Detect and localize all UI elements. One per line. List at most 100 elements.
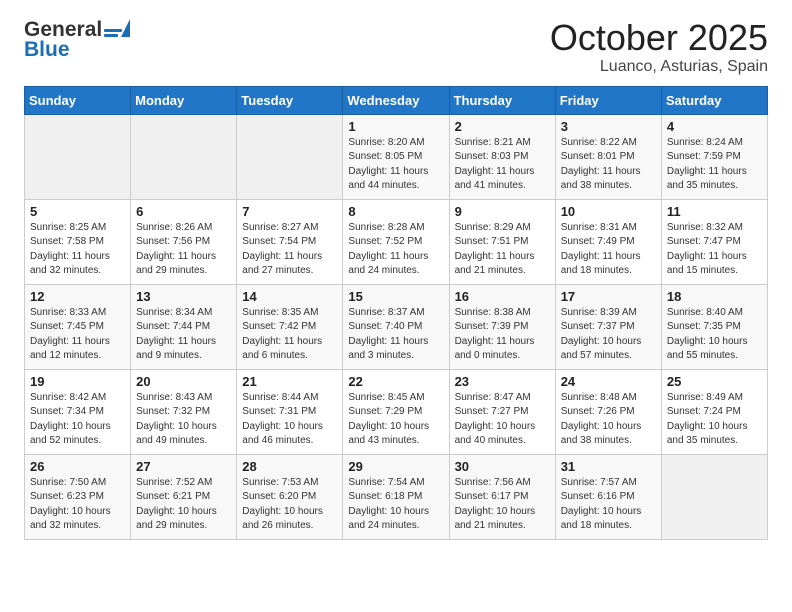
calendar-cell: 7 Sunrise: 8:27 AM Sunset: 7:54 PM Daylig…	[237, 199, 343, 284]
day-info: Sunrise: 8:34 AM Sunset: 7:44 PM Dayligh…	[136, 306, 231, 364]
calendar-cell: 8Sunrise: 8:28 AM Sunset: 7:52 PM Daylig…	[343, 199, 449, 284]
calendar-cell: 10 Sunrise: 8:31 AM Sunset: 7:49 PM Dayli…	[555, 199, 661, 284]
day-number: 19	[30, 374, 125, 389]
page: General Blue October 2025 Luanco, As	[0, 0, 792, 612]
day-number: 15	[348, 289, 443, 304]
calendar-cell: 5Sunrise: 8:25 AM Sunset: 7:58 PM Daylig…	[25, 199, 131, 284]
calendar-cell: 30 Sunrise: 7:56 AM Sunset: 6:17 PM Dayli…	[449, 454, 555, 539]
day-info: Sunrise: 7:52 AM Sunset: 6:21 PM Dayligh…	[136, 476, 231, 534]
calendar-cell	[25, 114, 131, 199]
day-info: Sunrise: 8:29 AM Sunset: 7:51 PM Dayligh…	[455, 221, 550, 279]
calendar-cell: 24 Sunrise: 8:48 AM Sunset: 7:26 PM Dayli…	[555, 369, 661, 454]
header-wednesday: Wednesday	[343, 86, 449, 114]
calendar-cell: 21Sunrise: 8:44 AM Sunset: 7:31 PM Dayli…	[237, 369, 343, 454]
calendar-cell: 31Sunrise: 7:57 AM Sunset: 6:16 PM Dayli…	[555, 454, 661, 539]
calendar-cell	[237, 114, 343, 199]
day-info: Sunrise: 7:56 AM Sunset: 6:17 PM Dayligh…	[455, 476, 550, 534]
day-info: Sunrise: 8:37 AM Sunset: 7:40 PM Dayligh…	[348, 306, 443, 364]
calendar-cell	[661, 454, 767, 539]
calendar-cell: 3Sunrise: 8:22 AM Sunset: 8:01 PM Daylig…	[555, 114, 661, 199]
calendar-week-4: 26 Sunrise: 7:50 AM Sunset: 6:23 PM Dayli…	[25, 454, 768, 539]
month-title: October 2025	[550, 18, 768, 58]
day-number: 25	[667, 374, 762, 389]
calendar-header-row: Sunday Monday Tuesday Wednesday Thursday…	[25, 86, 768, 114]
day-info: Sunrise: 8:38 AM Sunset: 7:39 PM Dayligh…	[455, 306, 550, 364]
day-number: 12	[30, 289, 125, 304]
header-sunday: Sunday	[25, 86, 131, 114]
logo-wrapper: General Blue	[24, 18, 130, 62]
day-info: Sunrise: 8:35 AM Sunset: 7:42 PM Dayligh…	[242, 306, 337, 364]
day-number: 7	[242, 204, 337, 219]
day-number: 17	[561, 289, 656, 304]
calendar-cell: 9 Sunrise: 8:29 AM Sunset: 7:51 PM Daylig…	[449, 199, 555, 284]
day-info: Sunrise: 8:31 AM Sunset: 7:49 PM Dayligh…	[561, 221, 656, 279]
calendar-week-3: 19 Sunrise: 8:42 AM Sunset: 7:34 PM Dayli…	[25, 369, 768, 454]
day-number: 30	[455, 459, 550, 474]
day-info: Sunrise: 8:32 AM Sunset: 7:47 PM Dayligh…	[667, 221, 762, 279]
calendar-cell: 2 Sunrise: 8:21 AM Sunset: 8:03 PM Daylig…	[449, 114, 555, 199]
logo-blue: Blue	[24, 38, 70, 62]
calendar-cell: 11 Sunrise: 8:32 AM Sunset: 7:47 PM Dayli…	[661, 199, 767, 284]
calendar-cell: 25 Sunrise: 8:49 AM Sunset: 7:24 PM Dayli…	[661, 369, 767, 454]
calendar-week-2: 12 Sunrise: 8:33 AM Sunset: 7:45 PM Dayli…	[25, 284, 768, 369]
day-number: 18	[667, 289, 762, 304]
header: General Blue October 2025 Luanco, As	[0, 0, 792, 86]
day-number: 2	[455, 119, 550, 134]
day-number: 23	[455, 374, 550, 389]
logo-icon-area	[104, 23, 130, 37]
day-number: 24	[561, 374, 656, 389]
calendar-week-1: 5Sunrise: 8:25 AM Sunset: 7:58 PM Daylig…	[25, 199, 768, 284]
calendar-cell: 20 Sunrise: 8:43 AM Sunset: 7:32 PM Dayli…	[131, 369, 237, 454]
day-number: 20	[136, 374, 231, 389]
day-info: Sunrise: 7:54 AM Sunset: 6:18 PM Dayligh…	[348, 476, 443, 534]
header-thursday: Thursday	[449, 86, 555, 114]
day-number: 27	[136, 459, 231, 474]
calendar-cell: 14Sunrise: 8:35 AM Sunset: 7:42 PM Dayli…	[237, 284, 343, 369]
day-info: Sunrise: 8:21 AM Sunset: 8:03 PM Dayligh…	[455, 136, 550, 194]
day-info: Sunrise: 8:42 AM Sunset: 7:34 PM Dayligh…	[30, 391, 125, 449]
day-info: Sunrise: 8:49 AM Sunset: 7:24 PM Dayligh…	[667, 391, 762, 449]
day-info: Sunrise: 8:27 AM Sunset: 7:54 PM Dayligh…	[242, 221, 337, 279]
title-area: October 2025 Luanco, Asturias, Spain	[550, 18, 768, 76]
day-number: 10	[561, 204, 656, 219]
logo: General Blue	[24, 18, 130, 62]
calendar-cell: 6Sunrise: 8:26 AM Sunset: 7:56 PM Daylig…	[131, 199, 237, 284]
calendar-cell: 1Sunrise: 8:20 AM Sunset: 8:05 PM Daylig…	[343, 114, 449, 199]
day-number: 9	[455, 204, 550, 219]
day-info: Sunrise: 8:25 AM Sunset: 7:58 PM Dayligh…	[30, 221, 125, 279]
logo-line-1	[104, 29, 122, 32]
calendar-cell: 28Sunrise: 7:53 AM Sunset: 6:20 PM Dayli…	[237, 454, 343, 539]
day-number: 26	[30, 459, 125, 474]
logo-line-2	[104, 34, 118, 37]
day-info: Sunrise: 7:50 AM Sunset: 6:23 PM Dayligh…	[30, 476, 125, 534]
logo-triangle-icon	[121, 19, 130, 37]
calendar-cell: 4Sunrise: 8:24 AM Sunset: 7:59 PM Daylig…	[661, 114, 767, 199]
calendar-cell	[131, 114, 237, 199]
calendar-cell: 15 Sunrise: 8:37 AM Sunset: 7:40 PM Dayli…	[343, 284, 449, 369]
calendar-cell: 26 Sunrise: 7:50 AM Sunset: 6:23 PM Dayli…	[25, 454, 131, 539]
header-friday: Friday	[555, 86, 661, 114]
calendar-cell: 29Sunrise: 7:54 AM Sunset: 6:18 PM Dayli…	[343, 454, 449, 539]
day-info: Sunrise: 7:53 AM Sunset: 6:20 PM Dayligh…	[242, 476, 337, 534]
day-info: Sunrise: 7:57 AM Sunset: 6:16 PM Dayligh…	[561, 476, 656, 534]
calendar-week-0: 1Sunrise: 8:20 AM Sunset: 8:05 PM Daylig…	[25, 114, 768, 199]
day-info: Sunrise: 8:39 AM Sunset: 7:37 PM Dayligh…	[561, 306, 656, 364]
day-number: 8	[348, 204, 443, 219]
day-number: 6	[136, 204, 231, 219]
calendar-cell: 19 Sunrise: 8:42 AM Sunset: 7:34 PM Dayli…	[25, 369, 131, 454]
calendar-cell: 23 Sunrise: 8:47 AM Sunset: 7:27 PM Dayli…	[449, 369, 555, 454]
day-number: 16	[455, 289, 550, 304]
day-number: 11	[667, 204, 762, 219]
day-info: Sunrise: 8:40 AM Sunset: 7:35 PM Dayligh…	[667, 306, 762, 364]
calendar-cell: 12 Sunrise: 8:33 AM Sunset: 7:45 PM Dayli…	[25, 284, 131, 369]
day-info: Sunrise: 8:43 AM Sunset: 7:32 PM Dayligh…	[136, 391, 231, 449]
location: Luanco, Asturias, Spain	[550, 58, 768, 76]
day-info: Sunrise: 8:48 AM Sunset: 7:26 PM Dayligh…	[561, 391, 656, 449]
day-number: 1	[348, 119, 443, 134]
day-info: Sunrise: 8:44 AM Sunset: 7:31 PM Dayligh…	[242, 391, 337, 449]
day-number: 4	[667, 119, 762, 134]
day-number: 22	[348, 374, 443, 389]
day-info: Sunrise: 8:33 AM Sunset: 7:45 PM Dayligh…	[30, 306, 125, 364]
header-saturday: Saturday	[661, 86, 767, 114]
day-info: Sunrise: 8:47 AM Sunset: 7:27 PM Dayligh…	[455, 391, 550, 449]
